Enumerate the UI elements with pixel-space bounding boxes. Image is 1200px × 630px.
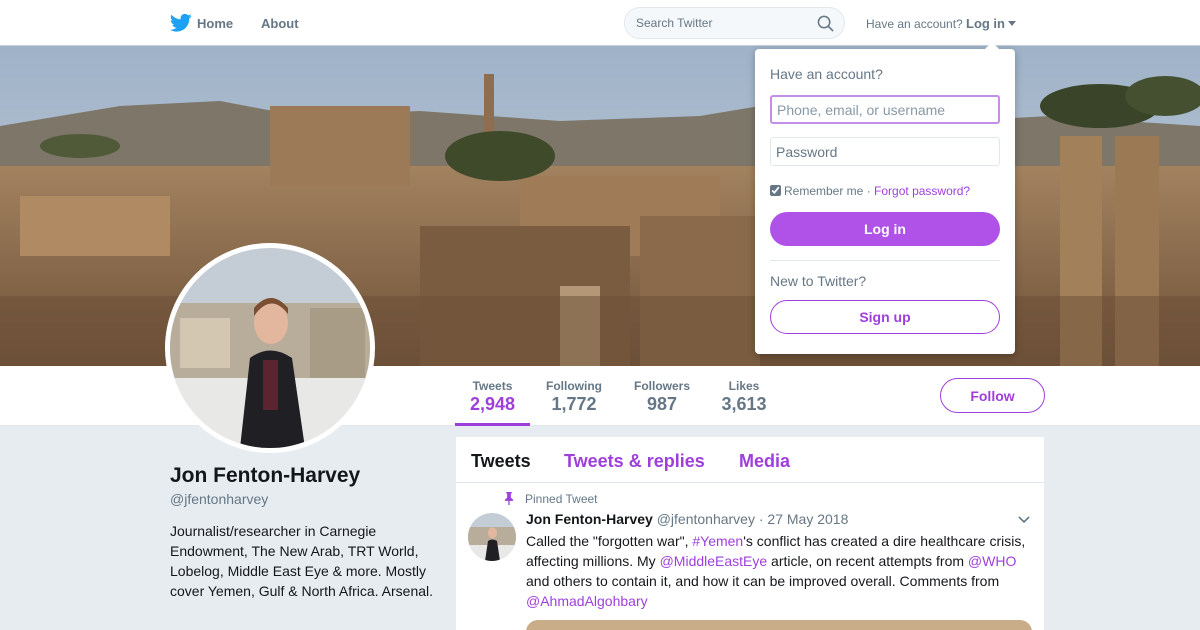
login-dropdown: Have an account? Remember me · Forgot pa… — [755, 42, 1015, 354]
timeline-tabs: Tweets Tweets & replies Media — [456, 437, 1044, 483]
tweet-author-avatar[interactable] — [468, 513, 516, 561]
separator-dot: · — [866, 184, 871, 198]
remember-me-checkbox[interactable] — [770, 185, 781, 196]
stat-label: Following — [546, 379, 602, 393]
new-to-twitter-label: New to Twitter? — [770, 273, 867, 289]
tweet-author-name[interactable]: Jon Fenton-Harvey — [526, 511, 653, 527]
stat-value: 987 — [646, 394, 678, 414]
dropdown-arrow — [984, 42, 1000, 50]
remember-me-row: Remember me · Forgot password? — [770, 184, 970, 198]
profile-handle[interactable]: @jfentonharvey — [170, 491, 268, 507]
tweet-text-segment: and others to contain it, and how it can… — [526, 573, 1000, 589]
search-box — [624, 7, 845, 39]
pin-icon — [504, 492, 514, 505]
chevron-down-icon[interactable] — [1018, 516, 1030, 524]
stat-following[interactable]: Following 1,772 — [538, 366, 610, 426]
signup-button[interactable]: Sign up — [770, 300, 1000, 334]
dropdown-title: Have an account? — [770, 66, 883, 82]
tweet-author-handle[interactable]: @jfentonharvey — [657, 511, 755, 527]
nav-about-link[interactable]: About — [261, 16, 299, 31]
top-navigation: Home About Have an account? Log in — [0, 0, 1200, 46]
login-dropdown-toggle[interactable]: Log in — [966, 16, 1005, 31]
tab-media[interactable]: Media — [739, 451, 790, 472]
timeline: Tweets Tweets & replies Media Pinned Twe… — [456, 437, 1044, 630]
stat-label: Followers — [633, 379, 690, 393]
stat-followers[interactable]: Followers 987 — [626, 366, 698, 426]
stat-value: 3,613 — [721, 394, 767, 414]
dropdown-divider — [770, 260, 1000, 261]
caret-down-icon[interactable] — [1008, 21, 1016, 26]
mention-link[interactable]: @MiddleEastEye — [660, 553, 768, 569]
twitter-bird-icon[interactable] — [170, 13, 192, 33]
stat-value: 1,772 — [551, 394, 597, 414]
username-field[interactable] — [770, 95, 1000, 124]
tweet-media-image[interactable] — [526, 620, 1032, 630]
nav-home-link[interactable]: Home — [197, 16, 233, 31]
stat-label: Likes — [728, 379, 760, 393]
tweet-header: Jon Fenton-Harvey @jfentonharvey · 27 Ma… — [526, 511, 848, 527]
forgot-password-link[interactable]: Forgot password? — [874, 184, 970, 198]
have-account-label: Have an account? — [866, 17, 963, 31]
search-icon[interactable] — [817, 15, 834, 32]
profile-name: Jon Fenton-Harvey — [170, 464, 361, 487]
avatar-image — [170, 248, 370, 448]
mention-link[interactable]: @AhmadAlgohbary — [526, 593, 648, 609]
login-button[interactable]: Log in — [770, 212, 1000, 246]
tweet-text-segment: article, on recent attempts from — [767, 553, 968, 569]
tweet-text-segment: Called the "forgotten war", — [526, 533, 693, 549]
hashtag-link[interactable]: #Yemen — [692, 533, 743, 549]
tab-tweets-and-replies[interactable]: Tweets & replies — [564, 451, 705, 472]
stat-label: Tweets — [472, 379, 513, 393]
tweet-avatar-image — [468, 513, 516, 561]
stat-likes[interactable]: Likes 3,613 — [712, 366, 776, 426]
search-input[interactable] — [636, 16, 806, 30]
stat-value: 2,948 — [469, 394, 516, 414]
remember-me-label[interactable]: Remember me — [784, 184, 863, 198]
password-field[interactable] — [770, 137, 1000, 166]
tab-tweets[interactable]: Tweets — [471, 451, 531, 472]
tweet-date[interactable]: · 27 May 2018 — [759, 511, 849, 527]
follow-button[interactable]: Follow — [940, 378, 1045, 413]
tweet-text: Called the "forgotten war", #Yemen's con… — [526, 531, 1034, 611]
pinned-tweet-label: Pinned Tweet — [525, 492, 598, 506]
profile-bio: Journalist/researcher in Carnegie Endowm… — [170, 523, 434, 599]
mention-link[interactable]: @WHO — [968, 553, 1016, 569]
stat-tweets[interactable]: Tweets 2,948 — [455, 366, 530, 426]
profile-avatar[interactable] — [165, 243, 375, 453]
